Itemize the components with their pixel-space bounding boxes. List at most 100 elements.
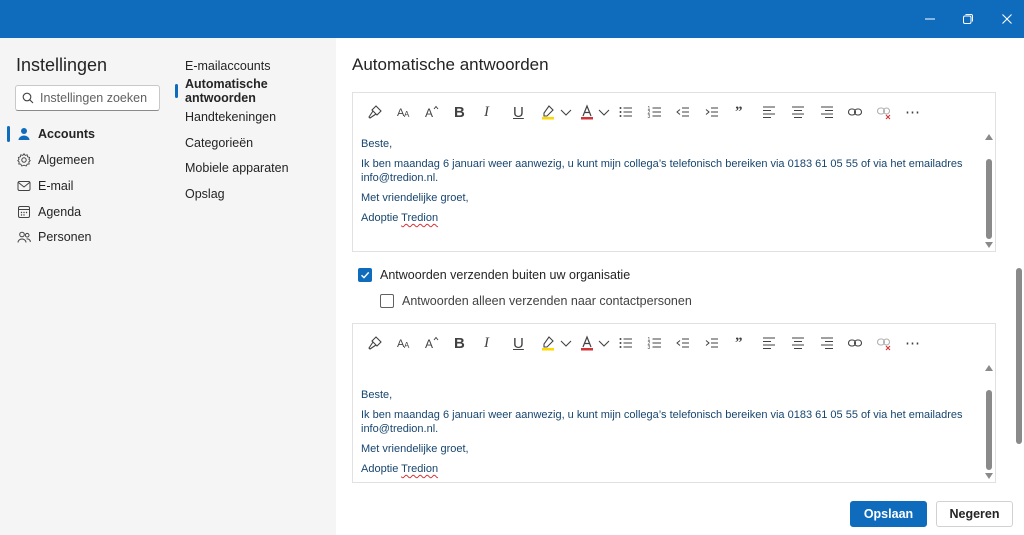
bold-button[interactable]: B [454,334,465,352]
bullets-icon [619,338,632,348]
minimize-button[interactable] [910,0,950,38]
font-color-dropdown[interactable] [596,334,612,352]
increase-font-button[interactable]: A [424,334,440,352]
font-color-button[interactable] [579,334,595,352]
decrease-indent-button[interactable] [675,334,691,352]
more-options-button[interactable]: ⋯ [905,103,920,121]
nav-item-label: Algemeen [38,153,95,167]
scroll-down-icon[interactable] [984,472,993,480]
message-closing: Met vriendelijke groet, [361,443,469,455]
inside-reply-editor[interactable]: AA A B I U 123 ” ⋯ Beste, Ik ben maandag… [352,92,996,252]
restore-button[interactable] [948,0,988,38]
checkmark-icon [361,271,370,279]
message-body[interactable]: Beste, Ik ben maandag 6 januari weer aan… [361,137,976,225]
highlight-icon [542,105,554,120]
font-color-dropdown[interactable] [596,103,612,121]
format-painter-icon [368,336,382,350]
more-options-button[interactable]: ⋯ [905,334,920,352]
subnav-item-automatic-replies[interactable]: Automatische antwoorden [170,77,336,105]
insert-link-button[interactable] [847,334,863,352]
align-right-button[interactable] [819,103,835,121]
outside-organisation-option[interactable]: Antwoorden verzenden buiten uw organisat… [358,268,630,282]
format-painter-button[interactable] [367,334,383,352]
nav-item-mail[interactable]: E-mail [0,174,170,198]
editor-scrollbar[interactable] [984,133,993,251]
link-icon [847,339,863,347]
font-color-icon [581,335,593,351]
outside-organisation-checkbox[interactable] [358,268,372,282]
subnav-item-label: Categorieën [185,136,254,150]
bold-button[interactable]: B [454,103,465,121]
increase-font-button[interactable]: A [424,103,440,121]
highlight-dropdown[interactable] [558,103,574,121]
scroll-thumb[interactable] [986,390,992,470]
search-icon [22,92,34,104]
font-size-button[interactable]: AA [396,103,412,121]
subnav-item-signatures[interactable]: Handtekeningen [170,106,336,128]
scroll-up-icon[interactable] [984,133,993,141]
bullets-button[interactable] [618,334,634,352]
italic-button[interactable]: I [484,334,489,352]
highlight-button[interactable] [540,103,556,121]
scroll-up-icon[interactable] [984,364,993,372]
bullets-button[interactable] [618,103,634,121]
message-body[interactable]: Beste, Ik ben maandag 6 januari weer aan… [361,388,976,476]
quote-button[interactable]: ” [735,103,743,121]
subnav-item-email-accounts[interactable]: E-mailaccounts [170,55,336,77]
numbering-icon: 123 [648,337,661,351]
restore-icon [963,14,973,24]
font-color-icon [581,104,593,120]
nav-item-people[interactable]: Personen [0,225,170,249]
increase-indent-icon [705,338,718,348]
insert-link-button[interactable] [847,103,863,121]
signature-prefix: Adoptie [361,463,402,475]
contacts-only-checkbox[interactable] [380,294,394,308]
settings-search-box[interactable] [15,85,160,111]
font-color-button[interactable] [579,103,595,121]
align-right-button[interactable] [819,334,835,352]
format-painter-button[interactable] [367,103,383,121]
increase-indent-button[interactable] [704,334,720,352]
underline-button[interactable]: U [513,103,524,121]
align-left-icon [763,337,775,349]
scroll-down-icon[interactable] [984,241,993,249]
highlight-dropdown[interactable] [558,334,574,352]
nav-item-general[interactable]: Algemeen [0,148,170,172]
outside-reply-editor[interactable]: AA A B I U 123 ” ⋯ Beste, Ik ben maandag… [352,323,996,483]
subnav-item-mobile-devices[interactable]: Mobiele apparaten [170,157,336,179]
italic-button[interactable]: I [484,103,489,121]
remove-link-button[interactable] [876,334,892,352]
font-size-button[interactable]: AA [396,334,412,352]
decrease-indent-icon [676,338,689,348]
contacts-only-option[interactable]: Antwoorden alleen verzenden naar contact… [380,294,692,308]
accounts-subnav-pane: E-mailaccounts Automatische antwoorden H… [170,38,336,535]
underline-button[interactable]: U [513,334,524,352]
nav-item-accounts[interactable]: Accounts [0,122,170,146]
save-button[interactable]: Opslaan [850,501,927,527]
numbering-icon: 123 [648,106,661,120]
panel-scrollbar-thumb[interactable] [1016,268,1022,444]
align-left-button[interactable] [761,103,777,121]
subnav-item-categories[interactable]: Categorieën [170,132,336,154]
subnav-item-storage[interactable]: Opslag [170,183,336,205]
nav-item-calendar[interactable]: Agenda [0,200,170,224]
format-painter-icon [368,105,382,119]
editor-scrollbar[interactable] [984,364,993,482]
align-center-button[interactable] [790,334,806,352]
highlight-button[interactable] [540,334,556,352]
increase-indent-button[interactable] [704,103,720,121]
close-button[interactable] [987,0,1024,38]
numbering-button[interactable]: 123 [647,334,663,352]
align-center-button[interactable] [790,103,806,121]
scroll-thumb[interactable] [986,159,992,239]
decrease-indent-button[interactable] [675,103,691,121]
align-left-button[interactable] [761,334,777,352]
remove-link-button[interactable] [876,103,892,121]
chevron-down-icon [560,109,572,116]
quote-button[interactable]: ” [735,334,743,352]
subnav-item-label: Mobiele apparaten [185,161,289,175]
discard-button[interactable]: Negeren [936,501,1013,527]
remove-link-icon [876,107,891,120]
settings-search-input[interactable] [40,91,155,105]
numbering-button[interactable]: 123 [647,103,663,121]
